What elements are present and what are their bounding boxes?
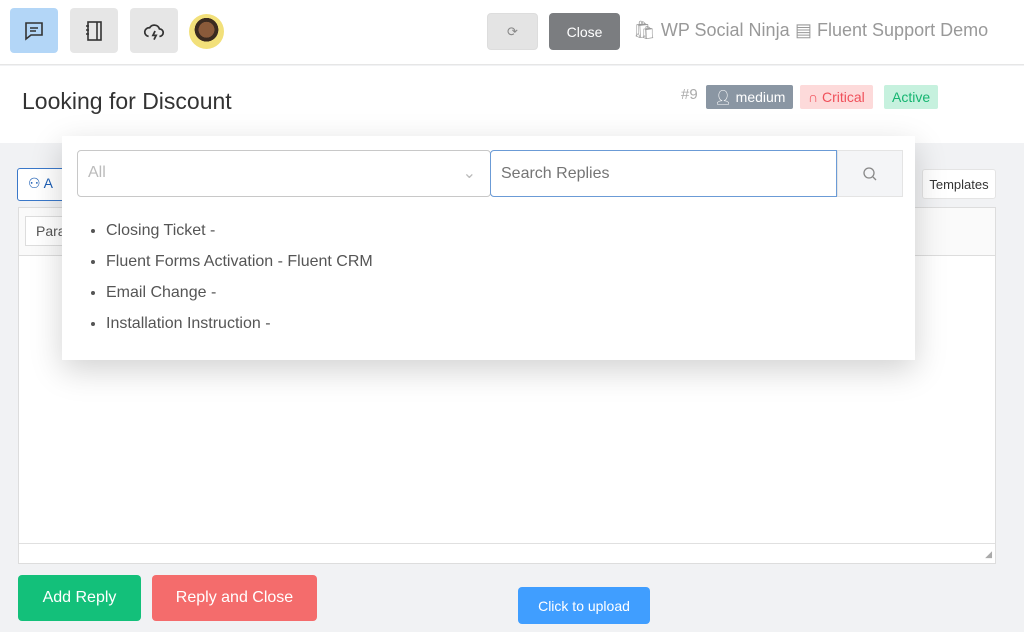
mailbox-crumb[interactable]: ▤ Fluent Support Demo (795, 20, 988, 41)
search-icon (863, 166, 877, 180)
list-item[interactable]: Closing Ticket - (106, 222, 373, 253)
search-replies-input[interactable] (490, 150, 837, 197)
resize-handle-icon[interactable]: ◢ (985, 549, 992, 560)
ai-label: A (43, 175, 54, 191)
cloud-lightning-icon (143, 23, 165, 40)
ai-icon: ⚇ (28, 175, 44, 191)
message-icon (25, 21, 43, 41)
notebook-icon (86, 20, 102, 41)
editor-statusbar: ◢ (19, 543, 995, 563)
add-reply-button[interactable]: Add Reply (18, 575, 141, 621)
saved-replies-list: Closing Ticket - Fluent Forms Activation… (106, 222, 373, 346)
chevron-down-icon: ⌄ (462, 165, 476, 182)
bag-icon: 🛍︎ (633, 20, 656, 40)
search-button[interactable] (837, 150, 903, 197)
product-name: WP Social Ninja (660, 20, 790, 40)
list-item[interactable]: Installation Instruction - (106, 315, 373, 346)
severity-label: Critical (821, 89, 865, 105)
refresh-button[interactable]: ⟳ (487, 13, 538, 50)
category-select[interactable]: All ⌄ (77, 150, 491, 197)
upload-button[interactable]: Click to upload (518, 587, 650, 624)
conversation-button[interactable] (10, 8, 58, 53)
user-icon: 👤︎ (714, 88, 736, 105)
list-item[interactable]: Email Change - (106, 284, 373, 315)
cloud-button[interactable] (130, 8, 178, 53)
building-icon: ▤ (795, 20, 813, 40)
templates-button[interactable]: Templates (922, 169, 996, 199)
saved-replies-popover: All ⌄ Closing Ticket - Fluent Forms Activ… (62, 136, 915, 360)
list-item[interactable]: Fluent Forms Activation - Fluent CRM (106, 253, 373, 284)
severity-badge: ∩ Critical (800, 85, 873, 109)
ticket-number: #9 (681, 86, 698, 103)
mailbox-name: Fluent Support Demo (817, 20, 989, 40)
product-crumb[interactable]: 🛍︎ WP Social Ninja (633, 20, 790, 41)
avatar[interactable] (189, 14, 224, 49)
top-bar: ⟳ Close 🛍︎ WP Social Ninja ▤ Fluent Suppor… (0, 0, 1024, 65)
refresh-icon: ⟳ (507, 23, 518, 39)
status-badge: Active (884, 85, 939, 109)
close-ticket-button[interactable]: Close (549, 13, 620, 50)
page-title: Looking for Discount (22, 88, 232, 114)
priority-badge: 👤︎ medium (706, 85, 794, 109)
reply-and-close-button[interactable]: Reply and Close (152, 575, 317, 621)
notebook-button[interactable] (70, 8, 118, 53)
priority-label: medium (735, 89, 786, 105)
headset-icon: ∩ (808, 89, 822, 105)
category-value: All (88, 164, 106, 181)
